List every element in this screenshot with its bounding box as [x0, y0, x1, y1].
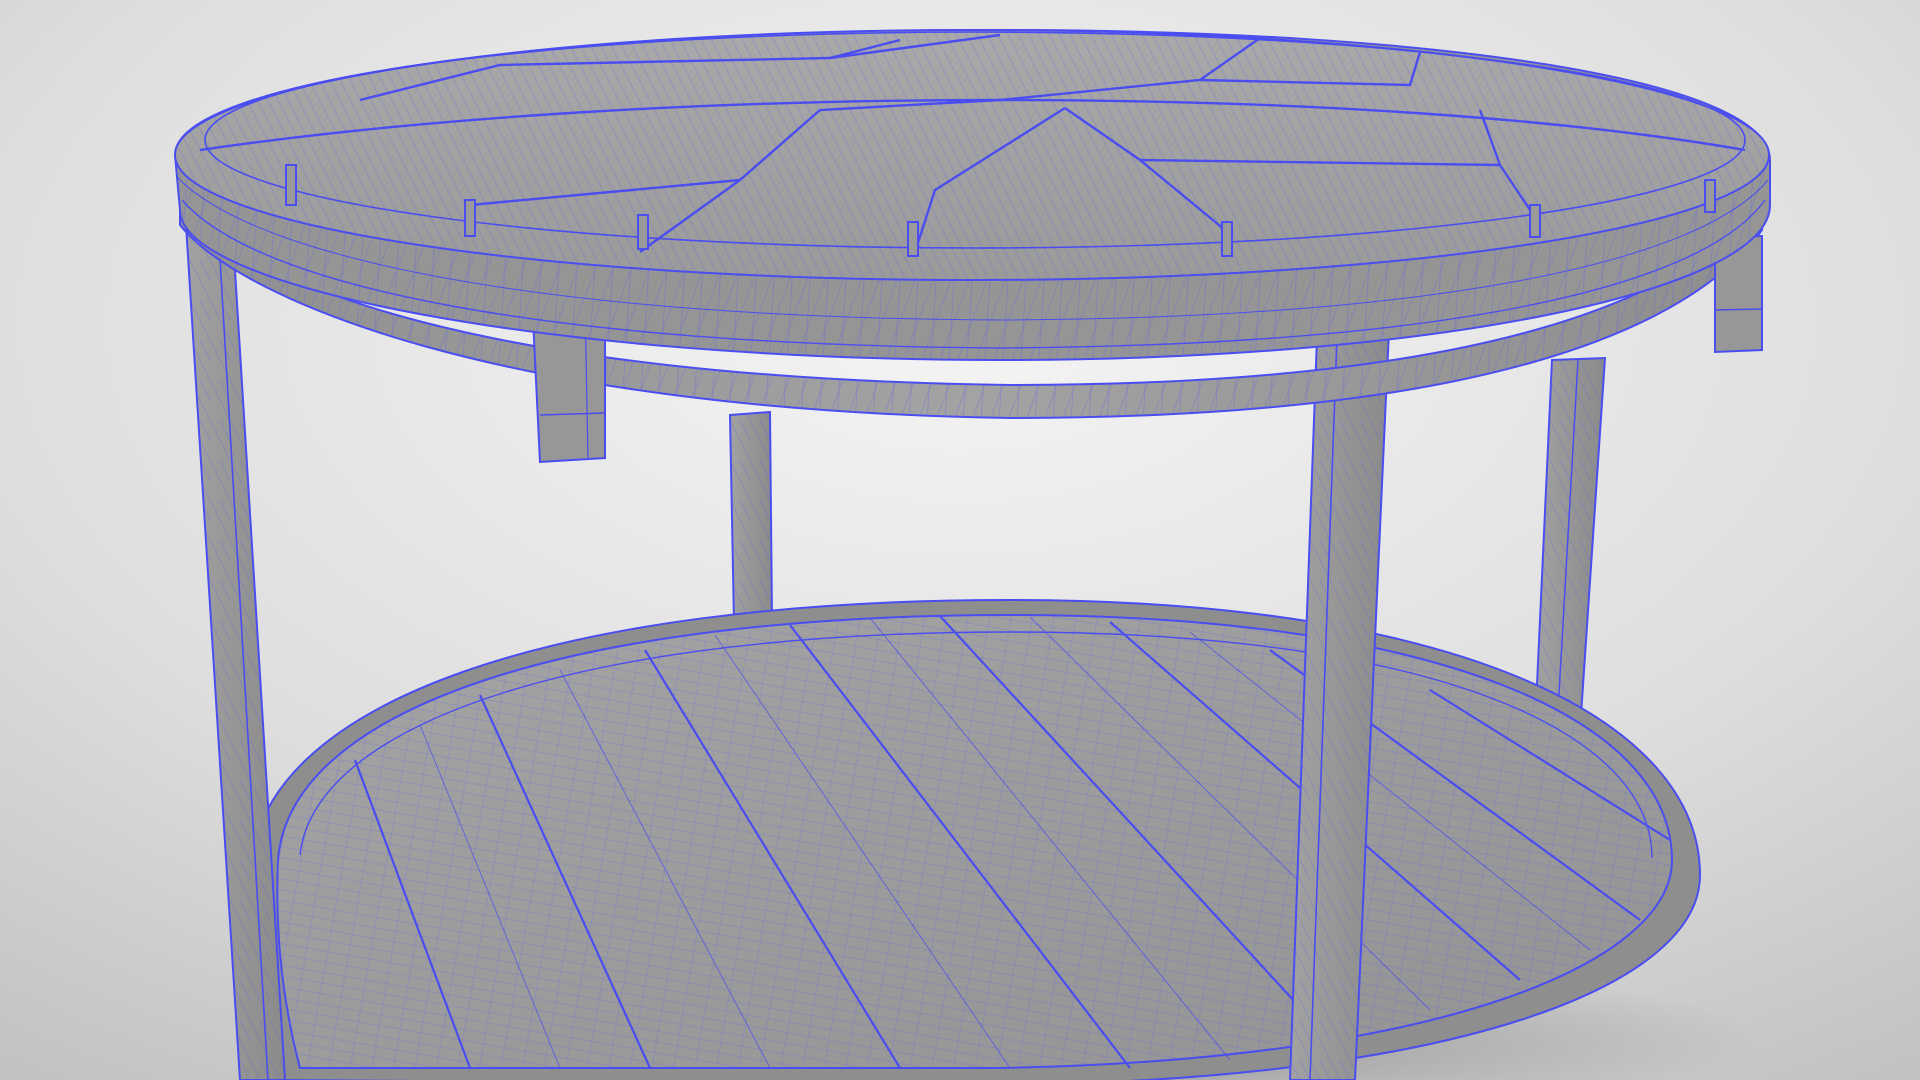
- lower-shelf: [248, 598, 1702, 1080]
- tabletop: [173, 28, 1771, 362]
- leg-back-center-mesh: [730, 412, 772, 622]
- render-viewport: [0, 0, 1920, 1080]
- shelf-surface-mesh: [277, 615, 1672, 1068]
- table-render: [0, 0, 1920, 1080]
- tabletop-surface-mesh: [175, 30, 1769, 280]
